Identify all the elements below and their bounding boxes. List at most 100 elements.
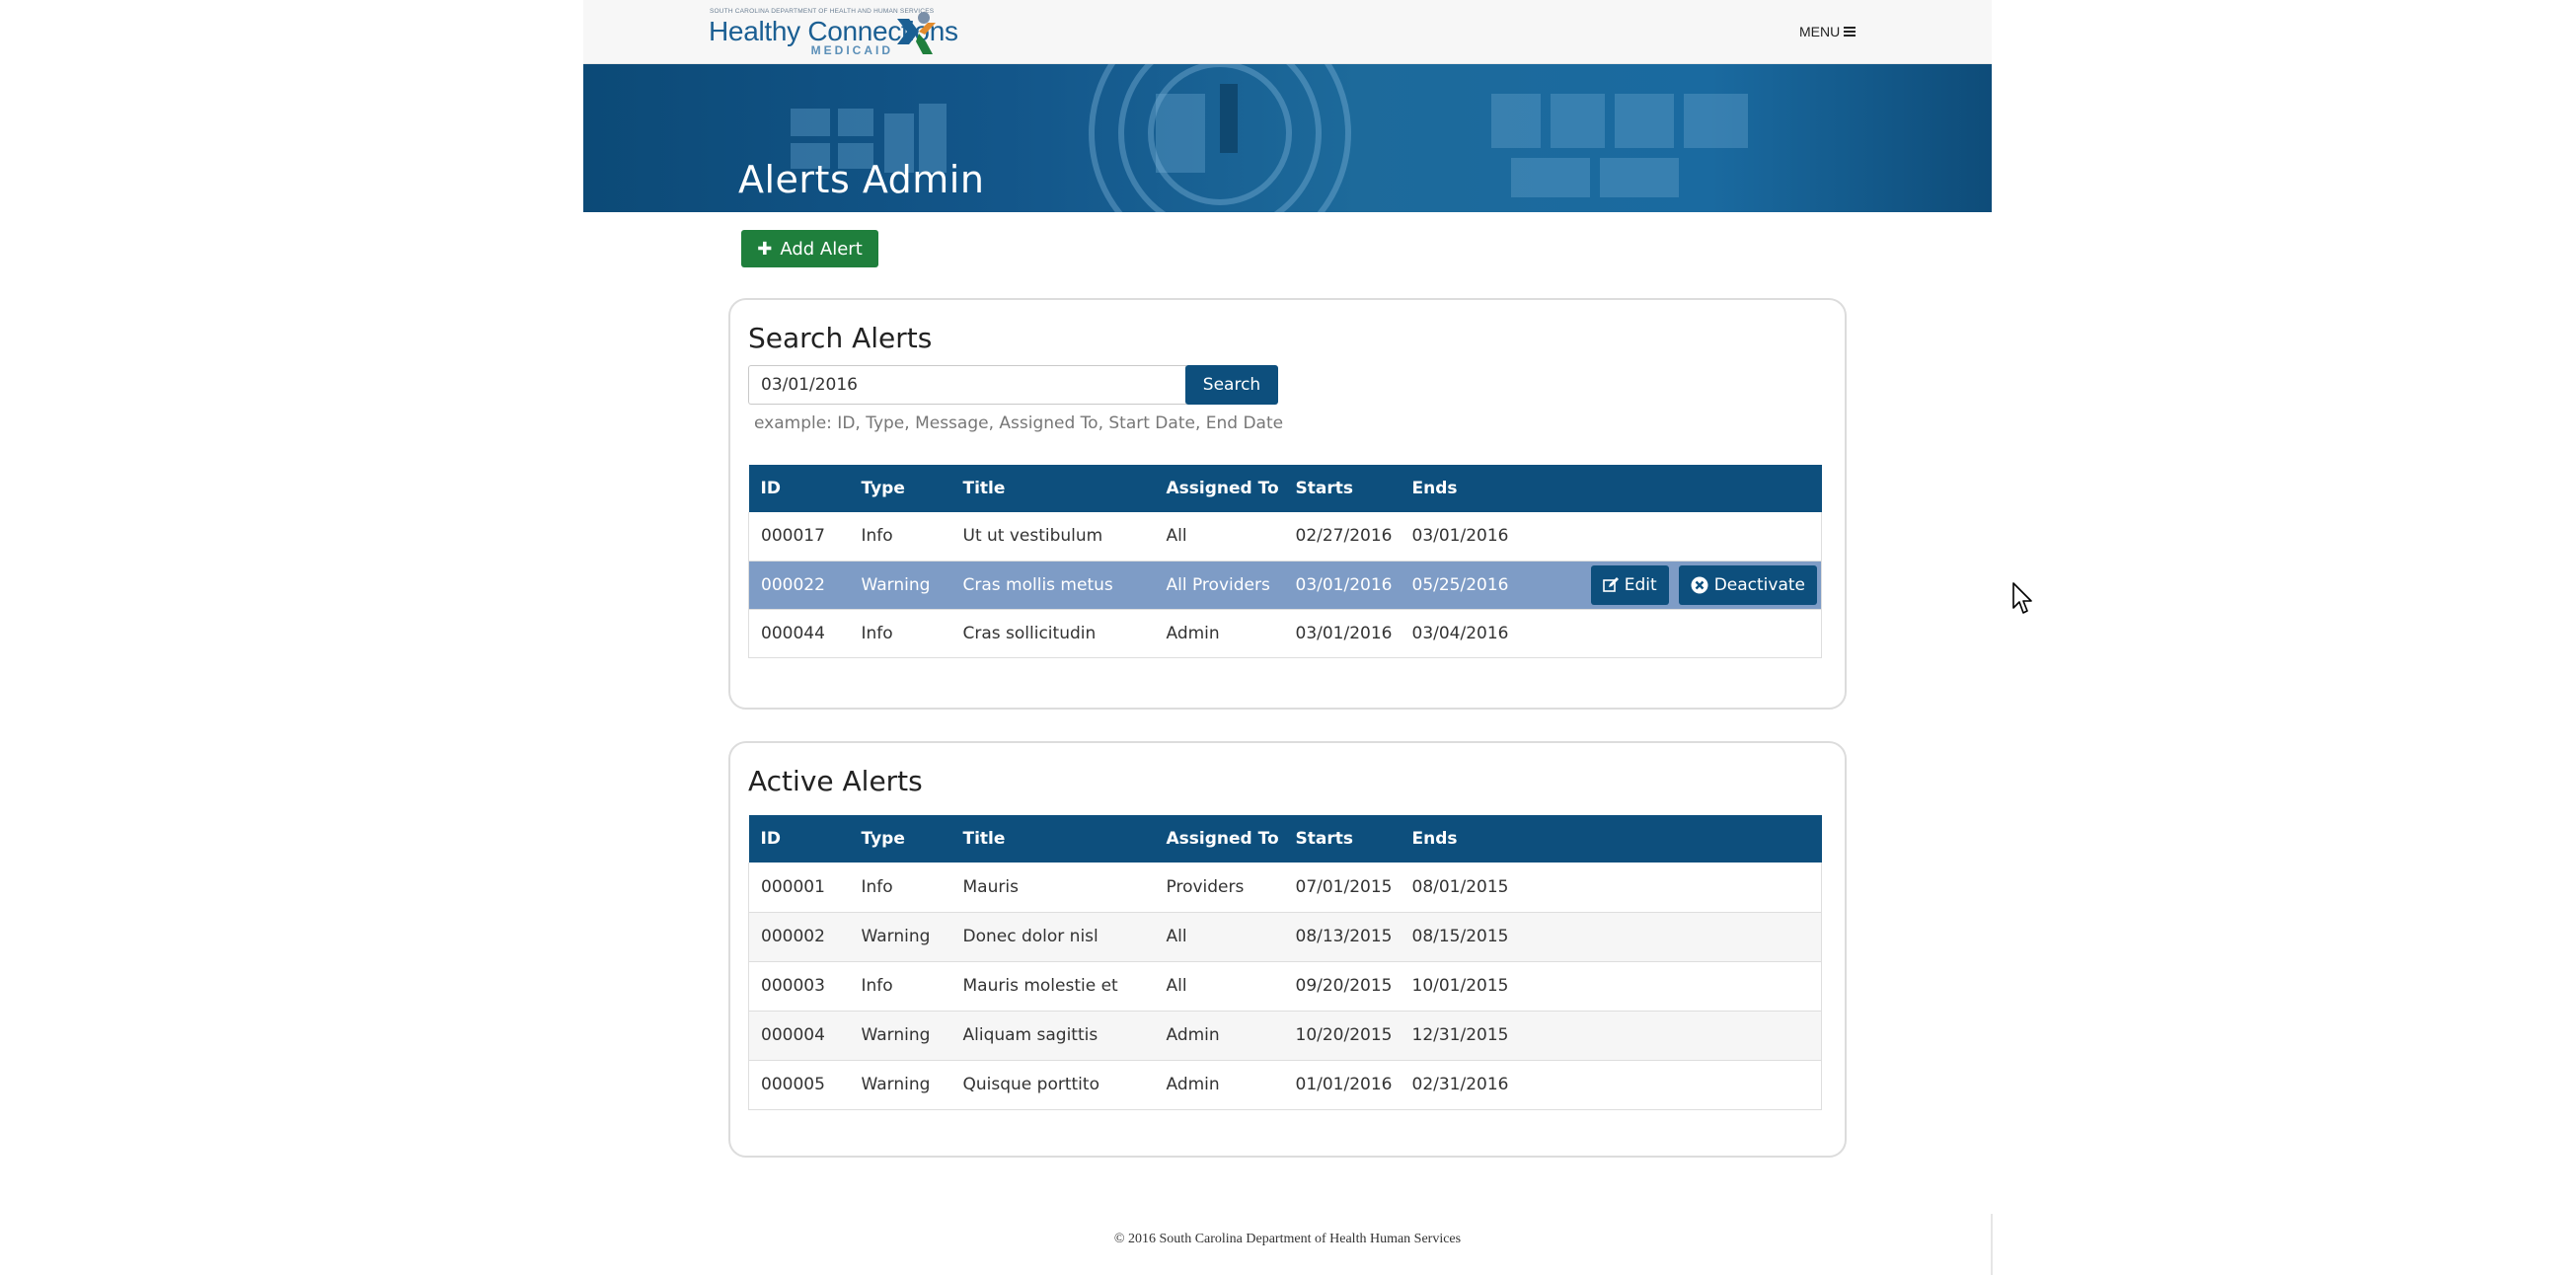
edit-button[interactable]: Edit xyxy=(1590,564,1669,605)
table-row[interactable]: 000002 Warning Donec dolor nisl All 08/1… xyxy=(748,912,1822,962)
cell-ends: 03/01/2016 xyxy=(1400,512,1568,562)
column-header-assigned-to[interactable]: Assigned To xyxy=(1155,465,1284,512)
add-alert-label: Add Alert xyxy=(780,238,863,260)
cell-id: 000044 xyxy=(748,609,850,658)
cell-type: Warning xyxy=(849,561,951,610)
table-row[interactable]: 000003 Info Mauris molestie et All 09/20… xyxy=(748,961,1822,1012)
cell-actions: Edit Deactivate xyxy=(1567,561,1822,610)
column-header-type[interactable]: Type xyxy=(850,465,951,512)
table-row[interactable]: 000001 Info Mauris Providers 07/01/2015 … xyxy=(748,862,1822,913)
mouse-pointer-icon xyxy=(2012,582,2032,614)
search-alerts-panel: Search Alerts Search example: ID, Type, … xyxy=(728,298,1847,710)
cell-actions xyxy=(1567,609,1822,658)
cell-type: Warning xyxy=(849,1011,951,1061)
page: SOUTH CAROLINA DEPARTMENT OF HEALTH AND … xyxy=(583,0,2032,1275)
column-header-id[interactable]: ID xyxy=(749,465,850,512)
cell-title: Cras sollicitudin xyxy=(950,609,1155,658)
search-alerts-heading: Search Alerts xyxy=(748,322,933,354)
column-header-title[interactable]: Title xyxy=(951,465,1155,512)
table-row[interactable]: 000044 Info Cras sollicitudin Admin 03/0… xyxy=(748,609,1822,658)
cell-ends: 12/31/2015 xyxy=(1400,1011,1568,1061)
column-header-ends[interactable]: Ends xyxy=(1401,815,1568,862)
cell-ends: 02/31/2016 xyxy=(1400,1060,1568,1110)
active-alerts-table: ID Type Title Assigned To Starts Ends 00… xyxy=(748,815,1822,1110)
cell-type: Warning xyxy=(849,912,951,962)
column-header-starts[interactable]: Starts xyxy=(1284,815,1401,862)
cell-actions xyxy=(1567,1060,1822,1110)
cell-title: Quisque porttito xyxy=(950,1060,1155,1110)
cell-ends: 03/04/2016 xyxy=(1400,609,1568,658)
cell-starts: 03/01/2016 xyxy=(1283,609,1401,658)
cell-assigned-to: Admin xyxy=(1154,1060,1284,1110)
search-input[interactable] xyxy=(748,365,1186,405)
cell-actions xyxy=(1567,862,1822,913)
cell-starts: 03/01/2016 xyxy=(1283,561,1401,610)
cell-title: Donec dolor nisl xyxy=(950,912,1155,962)
table-row[interactable]: 000017 Info Ut ut vestibulum All 02/27/2… xyxy=(748,512,1822,562)
cell-type: Info xyxy=(849,609,951,658)
cell-actions xyxy=(1567,1011,1822,1061)
plus-icon: ✚ xyxy=(757,238,773,260)
cell-ends: 08/15/2015 xyxy=(1400,912,1568,962)
top-navigation-bar: SOUTH CAROLINA DEPARTMENT OF HEALTH AND … xyxy=(583,0,1992,64)
table-row[interactable]: 000005 Warning Quisque porttito Admin 01… xyxy=(748,1060,1822,1110)
cell-assigned-to: All xyxy=(1154,912,1284,962)
cell-type: Warning xyxy=(849,1060,951,1110)
page-banner: Alerts Admin xyxy=(583,64,1992,212)
cell-title: Cras mollis metus xyxy=(950,561,1155,610)
cell-assigned-to: Admin xyxy=(1154,1011,1284,1061)
active-alerts-panel: Active Alerts ID Type Title Assigned To … xyxy=(728,741,1847,1158)
menu-label: MENU xyxy=(1799,24,1841,39)
column-header-type[interactable]: Type xyxy=(850,815,951,862)
cell-title: Ut ut vestibulum xyxy=(950,512,1155,562)
column-header-title[interactable]: Title xyxy=(951,815,1155,862)
active-alerts-heading: Active Alerts xyxy=(748,765,923,797)
table-header-row: ID Type Title Assigned To Starts Ends xyxy=(748,815,1822,862)
cell-title: Mauris xyxy=(950,862,1155,913)
search-button[interactable]: Search xyxy=(1185,365,1278,405)
cell-id: 000004 xyxy=(748,1011,850,1061)
search-hint: example: ID, Type, Message, Assigned To,… xyxy=(754,413,1284,433)
menu-button[interactable]: MENU xyxy=(1799,22,1856,41)
cell-id: 000002 xyxy=(748,912,850,962)
cell-id: 000022 xyxy=(748,561,850,610)
add-alert-button[interactable]: ✚ Add Alert xyxy=(741,230,878,267)
cell-title: Aliquam sagittis xyxy=(950,1011,1155,1061)
cell-ends: 05/25/2016 xyxy=(1400,561,1568,610)
logo-x-mark-icon xyxy=(897,12,936,54)
cell-id: 000001 xyxy=(748,862,850,913)
close-circle-icon xyxy=(1691,576,1708,593)
cell-id: 000005 xyxy=(748,1060,850,1110)
cell-assigned-to: All xyxy=(1154,512,1284,562)
edit-icon xyxy=(1602,576,1619,592)
cell-ends: 08/01/2015 xyxy=(1400,862,1568,913)
column-header-actions xyxy=(1568,815,1822,862)
cell-assigned-to: Admin xyxy=(1154,609,1284,658)
search-results-table: ID Type Title Assigned To Starts Ends 00… xyxy=(748,465,1822,658)
deactivate-button[interactable]: Deactivate xyxy=(1678,564,1817,605)
column-header-starts[interactable]: Starts xyxy=(1284,465,1401,512)
page-title: Alerts Admin xyxy=(738,158,985,201)
cell-starts: 08/13/2015 xyxy=(1283,912,1401,962)
cell-actions xyxy=(1567,961,1822,1012)
column-header-ends[interactable]: Ends xyxy=(1401,465,1568,512)
healthy-connections-logo[interactable]: SOUTH CAROLINA DEPARTMENT OF HEALTH AND … xyxy=(709,8,976,57)
cell-actions xyxy=(1567,512,1822,562)
column-header-assigned-to[interactable]: Assigned To xyxy=(1155,815,1284,862)
cell-assigned-to: All xyxy=(1154,961,1284,1012)
table-row-selected[interactable]: 000022 Warning Cras mollis metus All Pro… xyxy=(748,561,1822,610)
cell-ends: 10/01/2015 xyxy=(1400,961,1568,1012)
footer-copyright: © 2016 South Carolina Department of Heal… xyxy=(1113,1232,1462,1246)
cell-id: 000017 xyxy=(748,512,850,562)
cell-id: 000003 xyxy=(748,961,850,1012)
edit-label: Edit xyxy=(1624,574,1657,595)
hamburger-icon xyxy=(1844,27,1856,37)
cell-assigned-to: Providers xyxy=(1154,862,1284,913)
cell-starts: 02/27/2016 xyxy=(1283,512,1401,562)
table-row[interactable]: 000004 Warning Aliquam sagittis Admin 10… xyxy=(748,1011,1822,1061)
column-header-id[interactable]: ID xyxy=(749,815,850,862)
cell-type: Info xyxy=(849,961,951,1012)
cell-title: Mauris molestie et xyxy=(950,961,1155,1012)
cell-actions xyxy=(1567,912,1822,962)
cell-type: Info xyxy=(849,512,951,562)
